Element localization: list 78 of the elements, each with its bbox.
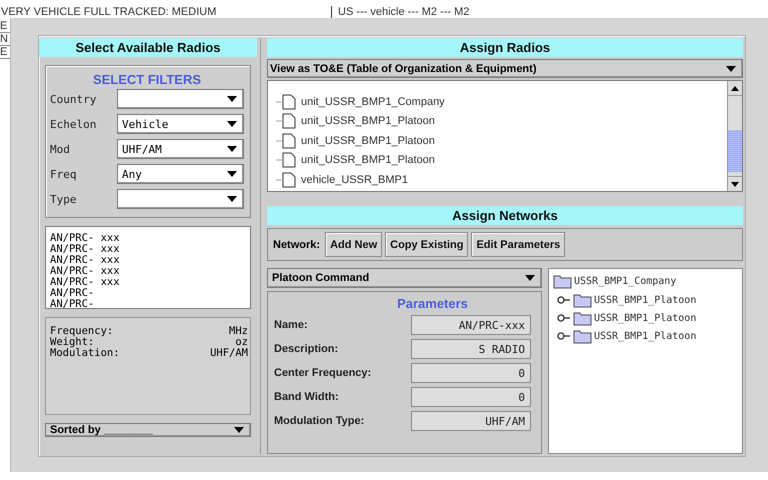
filters-heading: SELECT FILTERS — [92, 72, 202, 87]
tree-node[interactable]: USSR_BMP1_Platoon — [594, 312, 696, 324]
parameter-label: Center Frequency: — [274, 367, 372, 379]
detail-value: UHF/AM — [210, 348, 248, 359]
scrollbar-thumb[interactable] — [728, 130, 742, 172]
caret-icon — [234, 427, 244, 433]
detail-value: MHz — [229, 326, 248, 337]
filter-dropdown[interactable]: Any — [117, 164, 244, 184]
filter-label: Freq — [50, 168, 78, 180]
parameter-label: Band Width: — [274, 391, 339, 403]
filter-label: Echelon — [50, 118, 98, 130]
panel-title: Select Available Radios — [39, 38, 257, 57]
caret-icon — [227, 171, 237, 177]
filter-label: Mod — [50, 142, 71, 156]
detail-value: oz — [235, 337, 248, 348]
radio-list-item[interactable]: AN/PRC- xxx — [50, 244, 246, 255]
parameter-label: Name: — [274, 319, 308, 331]
caret-icon — [227, 121, 237, 127]
filter-dropdown[interactable]: Vehicle — [117, 114, 244, 134]
detail-label: Frequency: — [50, 326, 114, 337]
caret-icon — [525, 275, 535, 281]
radio-list-item[interactable]: AN/PRC- — [50, 288, 246, 299]
record-text: VERY VEHICLE FULL TRACKED: MEDIUM — [0, 6, 218, 18]
parameter-field[interactable]: S RADIO — [411, 339, 531, 359]
folder-icon — [573, 310, 592, 326]
parameter-label: Description: — [274, 343, 338, 355]
tree-item[interactable]: unit_USSR_BMP1_Platoon — [301, 154, 435, 166]
caret-icon — [227, 146, 237, 152]
radio-list-item[interactable]: AN/PRC- — [50, 299, 246, 310]
folder-icon — [573, 328, 592, 344]
document-icon — [276, 94, 298, 110]
tree-node[interactable]: USSR_BMP1_Platoon — [594, 330, 696, 342]
tree-item[interactable]: unit_USSR_BMP1_Platoon — [301, 134, 435, 147]
folder-icon — [573, 292, 592, 308]
document-icon — [276, 172, 298, 188]
detail-label: Weight: — [50, 337, 94, 348]
tree-item[interactable]: unit_USSR_BMP1_Company — [301, 96, 445, 108]
toolbar-button[interactable]: Add New — [325, 232, 382, 257]
caret-icon — [726, 66, 736, 72]
view-dropdown[interactable]: View as TO&E (Table of Organization & Equipment) — [267, 59, 743, 78]
scroll-up-icon — [731, 86, 739, 90]
tree-node[interactable]: USSR_BMP1_Platoon — [594, 294, 696, 306]
parameter-field[interactable]: UHF/AM — [411, 411, 531, 431]
parameter-label: Modulation Type: — [274, 415, 364, 427]
filter-label: Type — [50, 192, 78, 206]
tree-item[interactable]: unit_USSR_BMP1_Platoon — [301, 115, 435, 128]
parameters-heading: Parameters — [396, 296, 469, 311]
radio-list-item[interactable]: AN/PRC- xxx — [50, 233, 246, 244]
document-icon — [276, 113, 298, 130]
toolbar-button[interactable]: Edit Parameters — [471, 232, 566, 257]
caret-icon — [227, 96, 237, 102]
network-dropdown[interactable]: Platoon Command — [267, 268, 542, 288]
expand-handle-icon — [557, 332, 571, 340]
parameter-field[interactable]: 0 — [411, 363, 531, 383]
folder-icon — [553, 273, 572, 289]
radio-list-item[interactable]: AN/PRC- xxx — [50, 266, 246, 277]
detail-label: Modulation: — [50, 348, 120, 359]
document-icon — [276, 132, 298, 149]
document-icon — [276, 152, 298, 168]
tree-item[interactable]: vehicle_USSR_BMP1 — [301, 174, 408, 186]
expand-handle-icon — [557, 296, 571, 304]
sort-dropdown[interactable]: Sorted by ________ — [45, 423, 251, 437]
scroll-down-icon — [731, 182, 739, 186]
toolbar-button[interactable]: Copy Existing — [385, 232, 468, 257]
network-label: Network: — [273, 238, 320, 250]
tree-node[interactable]: USSR_BMP1_Company — [574, 276, 676, 286]
filter-label: Country — [50, 92, 98, 106]
parameter-field[interactable]: 0 — [411, 387, 531, 407]
parameter-field[interactable]: AN/PRC-xxx — [411, 315, 531, 335]
filter-dropdown[interactable] — [117, 89, 244, 109]
expand-handle-icon — [557, 314, 571, 322]
panel-title: Assign Radios — [267, 38, 743, 57]
caret-icon — [227, 196, 237, 202]
radio-list-item[interactable]: AN/PRC- xxx — [50, 277, 246, 288]
filter-dropdown[interactable]: UHF/AM — [117, 139, 244, 159]
panel-title: Assign Networks — [267, 206, 743, 225]
filter-dropdown[interactable] — [117, 189, 244, 209]
radio-list-item[interactable]: AN/PRC- xxx — [50, 255, 246, 266]
